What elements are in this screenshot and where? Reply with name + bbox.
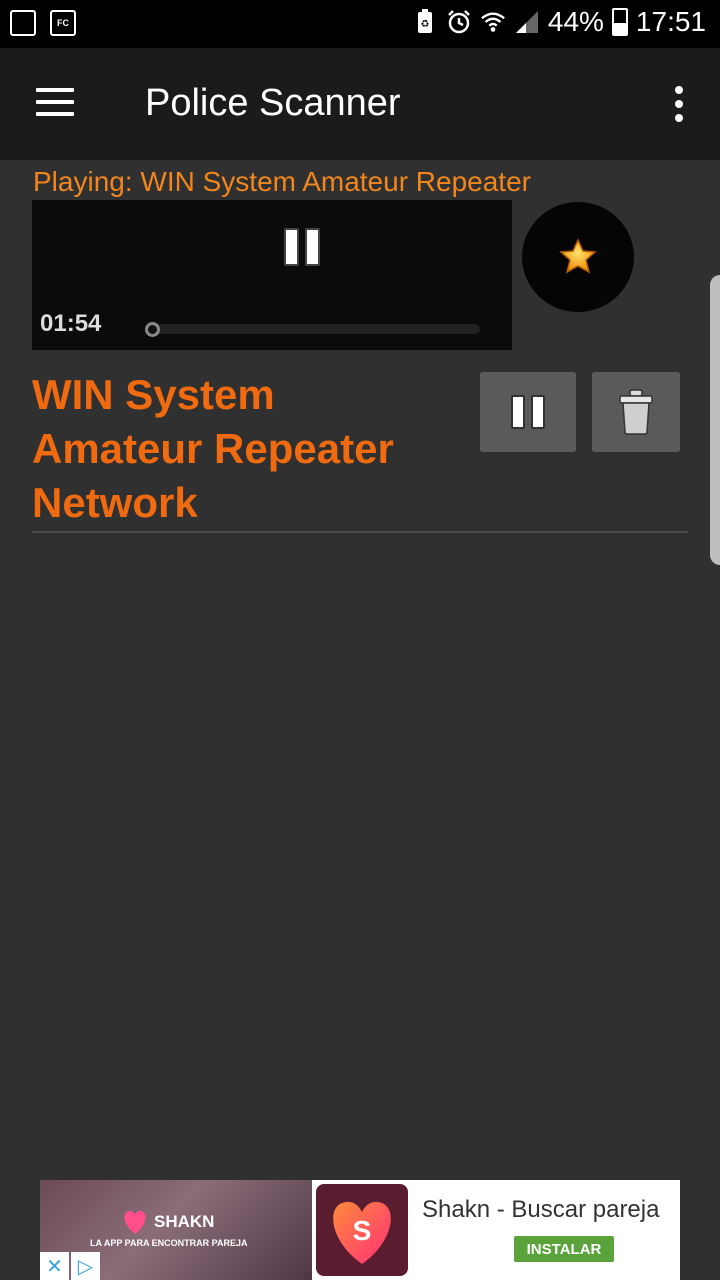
- ad-brand: SHAKN: [120, 1208, 214, 1236]
- now-playing-title: WIN System Amateur Repeater: [140, 166, 531, 197]
- svg-text:♻: ♻: [420, 19, 429, 30]
- station-delete-button[interactable]: [592, 372, 680, 452]
- elapsed-time: 01:54: [40, 310, 102, 337]
- overflow-menu-icon[interactable]: [672, 86, 686, 122]
- clock-time: 17:51: [635, 6, 706, 37]
- seek-bar[interactable]: [145, 322, 480, 337]
- player-pause-button[interactable]: [284, 228, 324, 268]
- ad-icon-letter: S: [353, 1215, 372, 1246]
- hamburger-menu-icon[interactable]: [36, 86, 76, 118]
- status-right-icons: ♻ 44% 17:51: [412, 6, 706, 38]
- star-icon: [559, 238, 597, 274]
- app-title: Police Scanner: [145, 82, 401, 124]
- now-playing-prefix: Playing:: [33, 166, 133, 197]
- fc-app-icon: FC: [50, 10, 76, 36]
- station-name: WIN System Amateur Repeater Network: [32, 371, 394, 526]
- list-divider: [32, 531, 688, 533]
- ad-image[interactable]: SHAKN LA APP PARA ENCONTRAR PAREJA ✕ ▷: [40, 1180, 312, 1280]
- status-left-icons: FC: [10, 10, 76, 36]
- pause-icon: [511, 395, 545, 429]
- cell-signal-icon: [514, 9, 540, 35]
- ad-choices-icon[interactable]: ▷: [71, 1252, 100, 1280]
- ad-controls: ✕ ▷: [40, 1252, 100, 1280]
- edge-panel-handle[interactable]: [710, 275, 720, 565]
- ad-app-icon[interactable]: S: [316, 1184, 408, 1276]
- ad-install-button[interactable]: INSTALAR: [514, 1236, 614, 1262]
- app-bar: Police Scanner: [0, 48, 720, 160]
- station-pause-button[interactable]: [480, 372, 576, 452]
- status-bar: FC ♻ 44% 17:51: [0, 0, 720, 48]
- battery-icon: [611, 8, 628, 36]
- battery-saver-icon: ♻: [412, 9, 438, 35]
- wifi-icon: [480, 9, 506, 35]
- ad-brand-text: SHAKN: [154, 1212, 215, 1231]
- ad-tagline: LA APP PARA ENCONTRAR PAREJA: [90, 1238, 248, 1248]
- ad-banner[interactable]: SHAKN LA APP PARA ENCONTRAR PAREJA ✕ ▷ S…: [40, 1180, 680, 1280]
- favorite-button[interactable]: [522, 202, 634, 312]
- now-playing-label: Playing: WIN System Amateur Repeater: [33, 166, 531, 198]
- screen-cast-icon: [10, 10, 36, 36]
- alarm-clock-icon: [446, 9, 472, 35]
- seek-knob[interactable]: [145, 322, 160, 337]
- ad-app-name[interactable]: Shakn - Buscar pareja: [422, 1196, 659, 1224]
- battery-percent: 44%: [547, 6, 604, 37]
- audio-player: 01:54: [32, 200, 512, 350]
- heart-icon: [124, 1210, 146, 1234]
- trash-icon: [619, 389, 653, 435]
- ad-close-icon[interactable]: ✕: [40, 1252, 69, 1280]
